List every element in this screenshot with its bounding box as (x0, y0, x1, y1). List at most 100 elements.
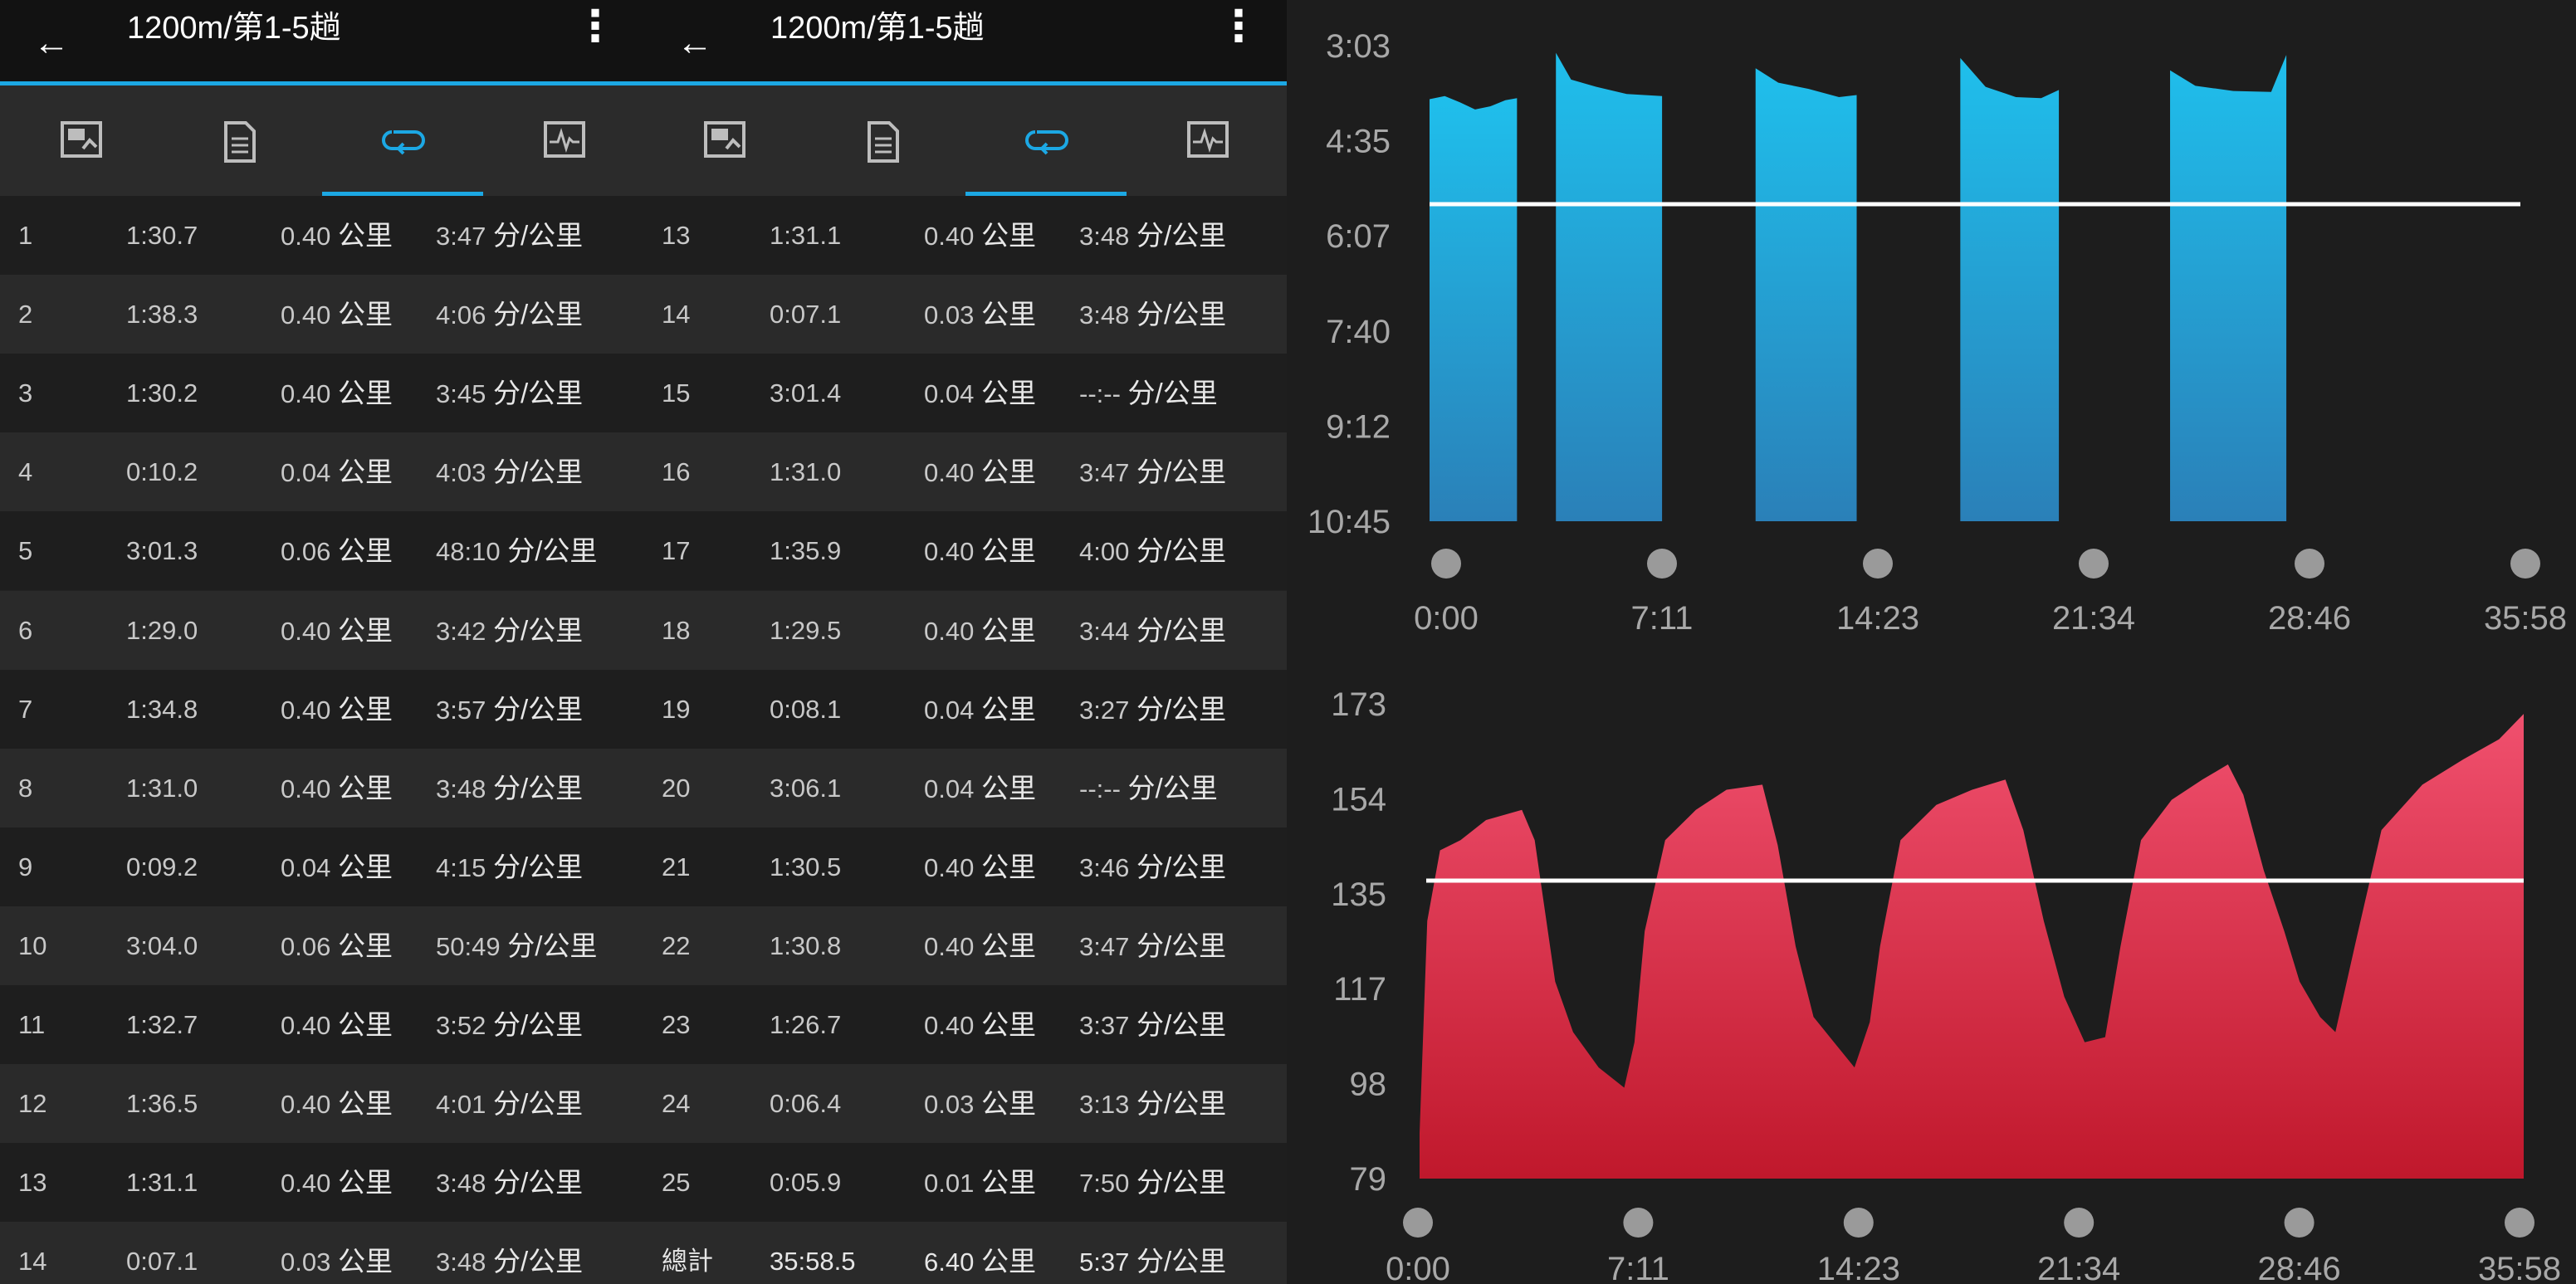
lap-row[interactable]: 18 1:29.5 0.40 公里 3:44 分/公里 (643, 590, 1287, 670)
tab-laps[interactable] (322, 85, 483, 196)
pace-value: 3:47 (436, 222, 486, 251)
lap-time: 0:07.1 (770, 300, 842, 330)
tab-overview[interactable] (0, 85, 161, 196)
lap-number: 12 (18, 1089, 47, 1119)
y-tick-label: 4:35 (1326, 124, 1391, 160)
lap-row[interactable]: 8 1:31.0 0.40 公里 3:48 分/公里 (0, 748, 643, 828)
lap-row[interactable]: 20 3:06.1 0.04 公里 --:-- 分/公里 (643, 748, 1287, 828)
distance-unit: 公里 (980, 693, 1036, 725)
lap-row[interactable]: 2 1:38.3 0.40 公里 4:06 分/公里 (0, 275, 643, 354)
page-title: 1200m/第1-5趟 (770, 11, 985, 46)
more-vert-icon[interactable]: ⋮ (574, 5, 617, 48)
pace-value: 3:37 (1079, 1011, 1130, 1040)
arrow-left-icon[interactable]: ← (677, 25, 713, 61)
y-tick-label: 154 (1331, 781, 1386, 818)
tab-charts[interactable] (1127, 85, 1287, 196)
distance-value: 0.40 (924, 931, 975, 961)
lap-row[interactable]: 3 1:30.2 0.40 公里 3:45 分/公里 (0, 354, 643, 433)
lap-pace: 3:47 分/公里 (1079, 906, 1226, 986)
pace-unit: 分/公里 (1136, 1009, 1227, 1040)
distance-unit: 公里 (980, 220, 1036, 251)
lap-pace: 50:49 分/公里 (436, 906, 597, 986)
lap-distance: 0.06 公里 (281, 511, 393, 591)
lap-row[interactable]: 6 1:29.0 0.40 公里 3:42 分/公里 (0, 590, 643, 671)
lap-pace: --:-- 分/公里 (1079, 354, 1218, 433)
pace-value: 5:37 (1079, 1247, 1130, 1277)
lap-distance: 0.40 公里 (924, 432, 1036, 512)
arrow-left-icon[interactable]: ← (33, 25, 70, 61)
lap-row[interactable]: 24 0:06.4 0.03 公里 3:13 分/公里 (643, 1064, 1287, 1144)
tab-details[interactable] (804, 85, 965, 196)
distance-unit: 公里 (337, 220, 393, 251)
lap-row[interactable]: 22 1:30.8 0.40 公里 3:47 分/公里 (643, 906, 1287, 985)
lap-number: 14 (18, 1247, 47, 1277)
distance-value: 0.40 (281, 1090, 331, 1120)
lap-row[interactable]: 14 0:07.1 0.03 公里 3:48 分/公里 (0, 1222, 643, 1284)
tab-overview[interactable] (643, 85, 804, 196)
lap-row[interactable]: 4 0:10.2 0.04 公里 4:03 分/公里 (0, 432, 643, 512)
lap-row[interactable]: 5 3:01.3 0.06 公里 48:10 分/公里 (0, 511, 643, 591)
lap-row[interactable]: 16 1:31.0 0.40 公里 3:47 分/公里 (643, 432, 1287, 512)
x-axis-marker (1623, 1208, 1654, 1238)
lap-row[interactable]: 13 1:31.1 0.40 公里 3:48 分/公里 (0, 1143, 643, 1223)
pace-area-segment (1960, 57, 2060, 521)
lap-time: 1:31.1 (126, 1168, 198, 1198)
lap-distance: 0.01 公里 (924, 1143, 1036, 1223)
x-axis-marker (1647, 549, 1677, 579)
pace-unit: 分/公里 (492, 1009, 584, 1040)
lap-row[interactable]: 19 0:08.1 0.04 公里 3:27 分/公里 (643, 669, 1287, 749)
lap-row[interactable]: 11 1:32.7 0.40 公里 3:52 分/公里 (0, 985, 643, 1064)
lap-row[interactable]: 21 1:30.5 0.40 公里 3:46 分/公里 (643, 827, 1287, 906)
distance-unit: 公里 (337, 1088, 393, 1120)
lap-row[interactable]: 13 1:31.1 0.40 公里 3:48 分/公里 (643, 196, 1287, 275)
y-tick-label: 135 (1331, 876, 1386, 913)
lap-distance: 0.40 公里 (281, 591, 393, 671)
pace-unit: 分/公里 (492, 299, 584, 330)
x-tick-label: 28:46 (2258, 1251, 2341, 1284)
distance-value: 0.40 (281, 300, 331, 330)
lap-row[interactable]: 15 3:01.4 0.04 公里 --:-- 分/公里 (643, 354, 1287, 433)
distance-value: 0.40 (924, 458, 975, 488)
lap-row[interactable]: 10 3:04.0 0.06 公里 50:49 分/公里 (0, 906, 643, 985)
pace-value: 3:48 (1079, 300, 1130, 330)
distance-value: 0.04 (924, 379, 975, 409)
pace-unit: 分/公里 (1127, 378, 1218, 409)
more-vert-icon[interactable]: ⋮ (1217, 5, 1260, 48)
lap-row[interactable]: 9 0:09.2 0.04 公里 4:15 分/公里 (0, 827, 643, 906)
x-tick-label: 35:58 (2478, 1251, 2561, 1284)
lap-number: 14 (662, 300, 691, 330)
x-tick-label: 7:11 (1607, 1251, 1669, 1284)
lap-time: 1:29.0 (126, 615, 198, 645)
lap-time: 1:31.1 (770, 221, 842, 250)
lap-distance: 0.06 公里 (281, 906, 393, 986)
lap-number: 13 (662, 221, 691, 250)
distance-unit: 公里 (980, 378, 1036, 409)
tab-charts[interactable] (483, 85, 643, 196)
x-tick-label: 21:34 (2052, 600, 2135, 637)
laps-loop-icon (382, 130, 425, 155)
lap-row[interactable]: 25 0:05.9 0.01 公里 7:50 分/公里 (643, 1143, 1287, 1223)
lap-row[interactable]: 7 1:34.8 0.40 公里 3:57 分/公里 (0, 669, 643, 749)
lap-row[interactable]: 23 1:26.7 0.40 公里 3:37 分/公里 (643, 985, 1287, 1064)
distance-unit: 公里 (337, 378, 393, 409)
lap-row[interactable]: 1 1:30.7 0.40 公里 3:47 分/公里 (0, 196, 643, 275)
x-axis-marker (1843, 1208, 1874, 1238)
lap-number: 15 (662, 378, 691, 408)
lap-number: 1 (18, 221, 33, 250)
x-tick-label: 35:58 (2484, 600, 2567, 637)
lap-row[interactable]: 12 1:36.5 0.40 公里 4:01 分/公里 (0, 1064, 643, 1144)
lap-pace: 3:57 分/公里 (436, 670, 583, 749)
tab-laps[interactable] (965, 85, 1127, 196)
pace-unit: 分/公里 (507, 930, 598, 961)
lap-row[interactable]: 17 1:35.9 0.40 公里 4:00 分/公里 (643, 511, 1287, 591)
lap-distance: 0.40 公里 (281, 196, 393, 276)
total-row[interactable]: 總計 35:58.5 6.40 公里 5:37 分/公里 (643, 1222, 1287, 1284)
tab-details[interactable] (161, 85, 322, 196)
lap-row[interactable]: 14 0:07.1 0.03 公里 3:48 分/公里 (643, 275, 1287, 354)
distance-value: 0.06 (281, 537, 331, 567)
y-tick-label: 173 (1331, 686, 1386, 723)
lap-time: 0:10.2 (126, 457, 198, 487)
lap-distance: 0.03 公里 (924, 1064, 1036, 1144)
pace-unit: 分/公里 (1136, 851, 1227, 882)
lap-distance: 0.04 公里 (924, 354, 1036, 433)
